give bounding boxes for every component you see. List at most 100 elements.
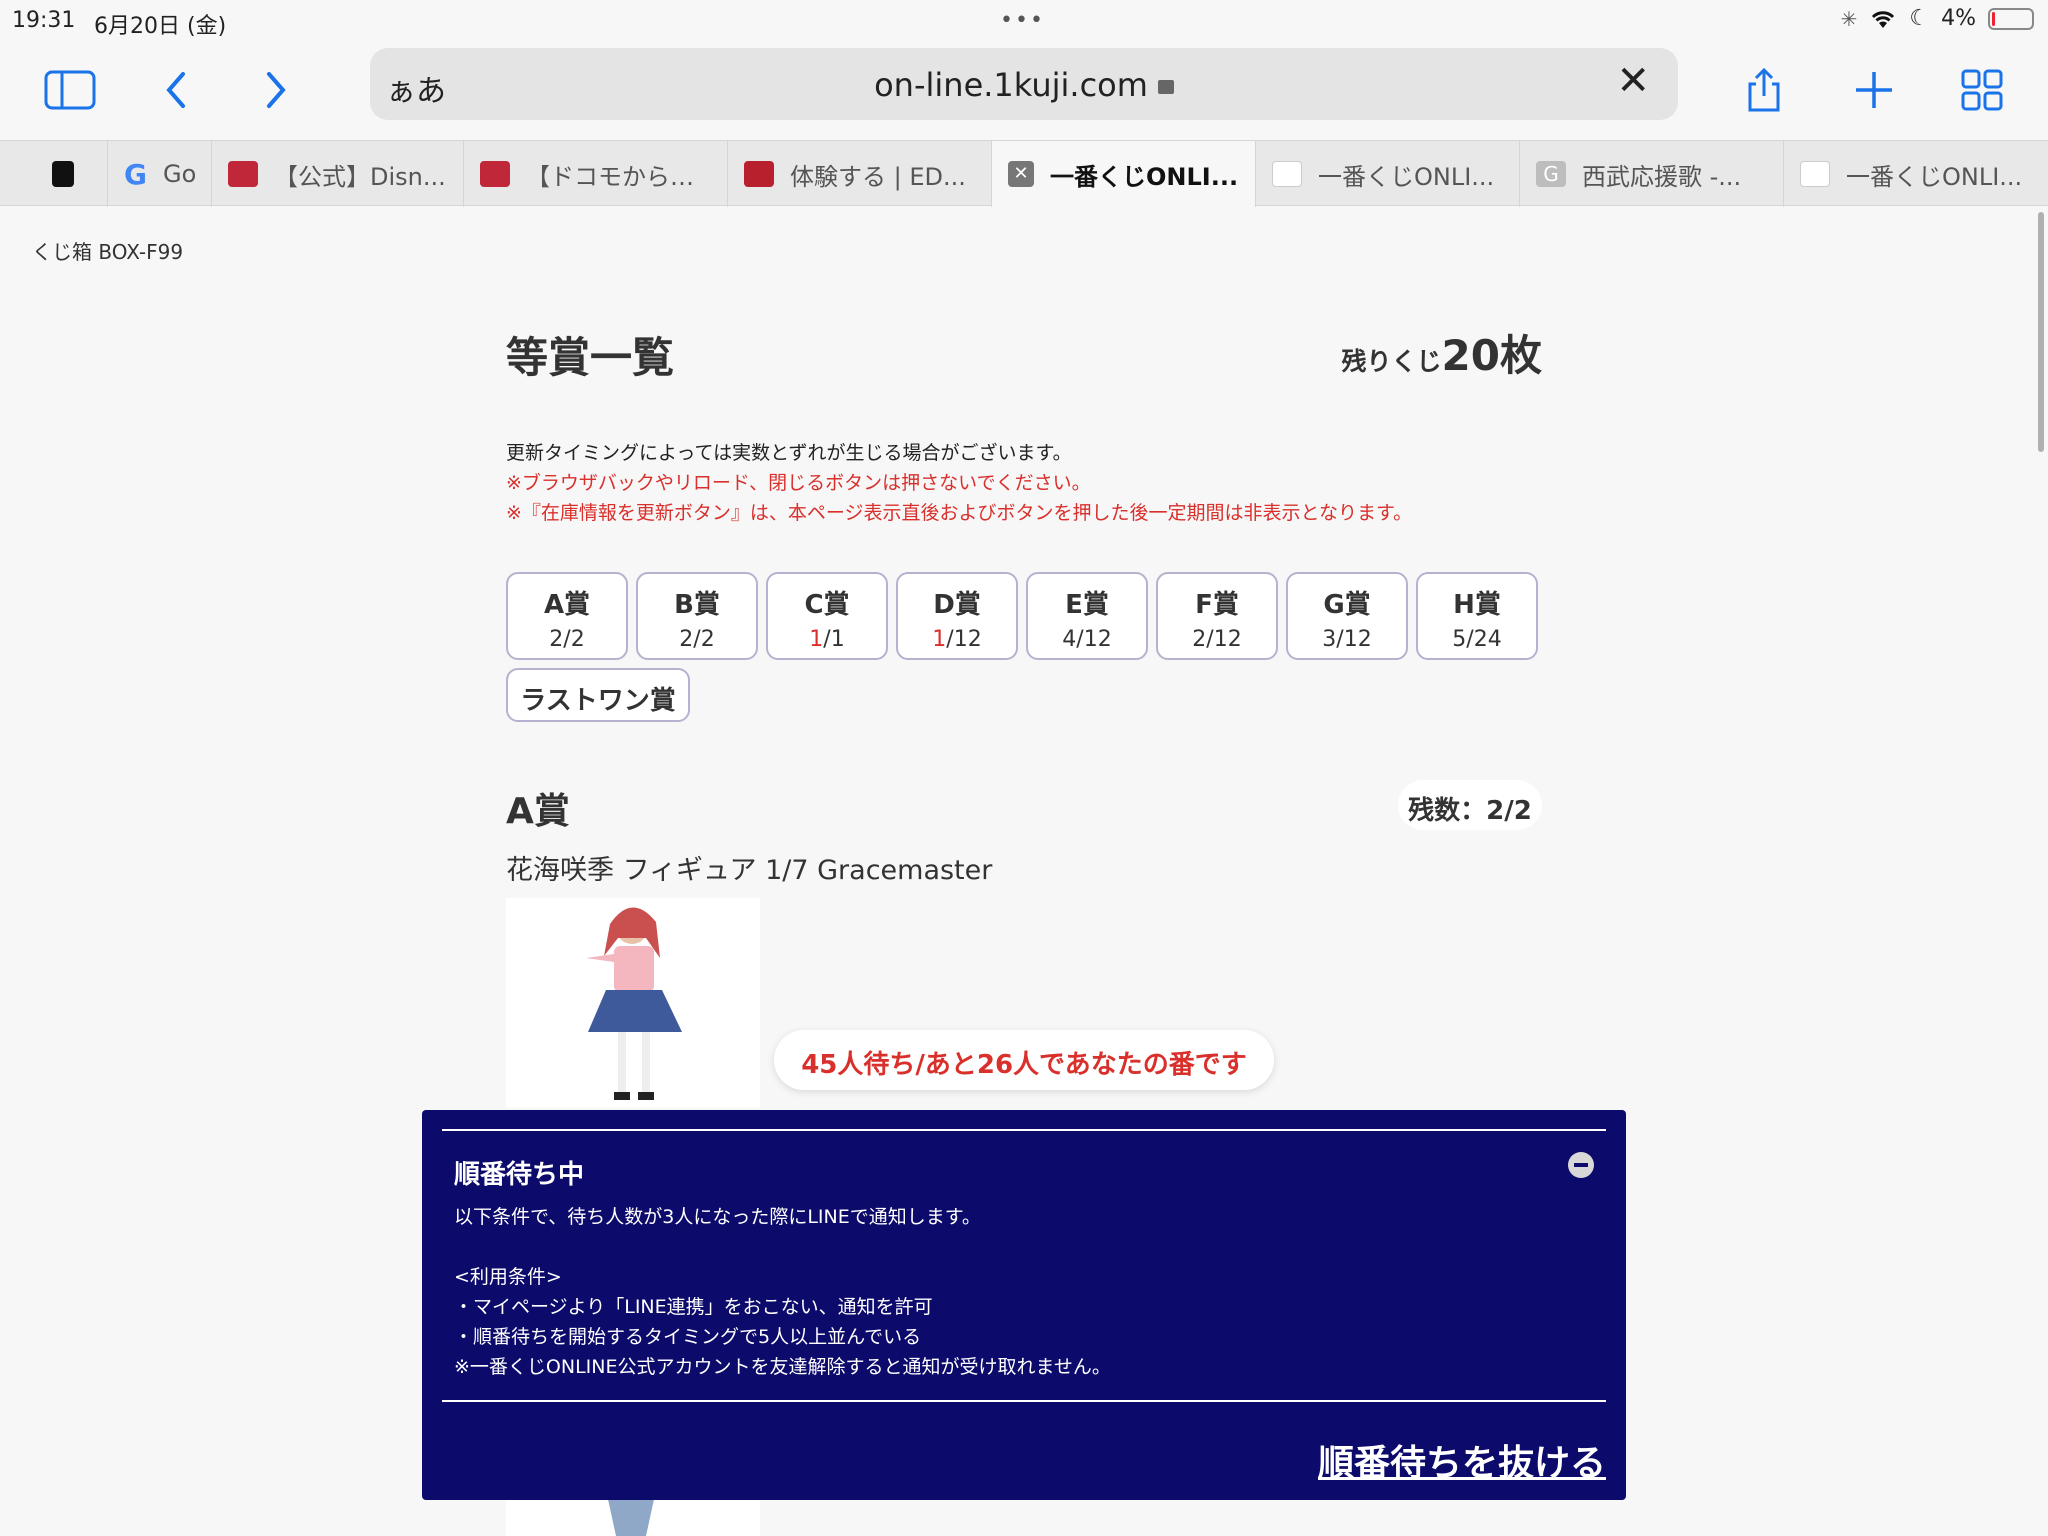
prize-name: E賞 — [1065, 590, 1109, 620]
tab-bar: G Go 【公式】Disn... 【ドコモから… 体験する | ED... ✕ … — [0, 140, 2048, 207]
lock-icon — [1157, 80, 1174, 94]
prize-button-d[interactable]: D賞 1/12 — [896, 572, 1018, 660]
prize-button-h[interactable]: H賞 5/24 — [1416, 572, 1538, 660]
panel-body: 以下条件で、待ち人数が3人になった際にLINEで通知します。 <利用条件> ・マ… — [454, 1202, 1111, 1382]
leave-queue-link[interactable]: 順番待ちを抜ける — [1318, 1434, 1606, 1486]
prize-count: 1/1 — [809, 627, 845, 652]
notice-line: 更新タイミングによっては実数とずれが生じる場合がございます。 — [506, 442, 1072, 464]
close-tab-icon[interactable]: ✕ — [1008, 161, 1034, 187]
url-text[interactable]: on-line.1kuji.com — [874, 66, 1148, 104]
product-figure-image — [506, 898, 760, 1108]
tab-3[interactable]: 【ドコモから… — [464, 141, 728, 207]
prize-name: D賞 — [933, 590, 981, 620]
tab-4[interactable]: 体験する | ED... — [728, 141, 992, 207]
share-icon[interactable] — [1734, 62, 1794, 118]
panel-title: 順番待ち中 — [454, 1160, 585, 1190]
last-one-prize-button[interactable]: ラストワン賞 — [506, 668, 690, 722]
tab-5-active[interactable]: ✕ 一番くじONLI... — [992, 141, 1256, 207]
g-favicon-icon: G — [1536, 161, 1566, 187]
status-date: 6月20日 (金) — [94, 14, 227, 39]
ichibankuji-favicon-icon — [1272, 161, 1302, 187]
battery-icon — [1988, 7, 2034, 30]
divider — [442, 1400, 1606, 1402]
prize-button-b[interactable]: B賞 2/2 — [636, 572, 758, 660]
tab-label: 一番くじONLI... — [1050, 162, 1239, 191]
breadcrumb-back-link[interactable]: くじ箱 BOX-F99 — [32, 236, 183, 265]
prize-count: 5/24 — [1452, 627, 1502, 652]
prize-count: 3/12 — [1322, 627, 1372, 652]
back-chevron-icon[interactable] — [146, 62, 206, 118]
remaining-label: 残りくじ — [1341, 347, 1442, 376]
prize-button-g[interactable]: G賞 3/12 — [1286, 572, 1408, 660]
multitasking-dots-icon[interactable]: ••• — [1000, 8, 1045, 33]
product-name: 花海咲季 フィギュア 1/7 Gracemaster — [506, 855, 993, 886]
warning-line: ※ブラウザバックやリロード、閉じるボタンは押さないでください。 — [506, 472, 1091, 494]
panel-line — [454, 1232, 1111, 1262]
forward-chevron-icon[interactable] — [246, 62, 306, 118]
google-favicon-icon: G — [124, 157, 147, 191]
queue-panel: 順番待ち中 以下条件で、待ち人数が3人になった際にLINEで通知します。 <利用… — [422, 1110, 1626, 1500]
prize-button-e[interactable]: E賞 4/12 — [1026, 572, 1148, 660]
prize-name: F賞 — [1195, 590, 1239, 620]
warning-line: ※『在庫情報を更新ボタン』は、本ページ表示直後およびボタンを押した後一定期間は非… — [506, 502, 1413, 524]
panel-line: ※一番くじONLINE公式アカウントを友達解除すると通知が受け取れません。 — [454, 1356, 1111, 1378]
panel-line: <利用条件> — [454, 1266, 562, 1288]
prize-button-a[interactable]: A賞 2/2 — [506, 572, 628, 660]
tab-label: Go — [162, 160, 197, 188]
divider — [442, 1129, 1606, 1131]
tab-label: 体験する | ED... — [790, 162, 966, 191]
new-tab-plus-icon[interactable] — [1844, 62, 1904, 118]
tab-label: 西武応援歌 -... — [1582, 162, 1742, 191]
prize-name: B賞 — [674, 590, 720, 620]
chevron-left-icon: く — [32, 240, 52, 264]
remaining-count: 20枚 — [1441, 331, 1542, 380]
sidebar-toggle-icon[interactable] — [40, 62, 100, 118]
panel-line: ・マイページより「LINE連携」をおこない、通知を許可 — [454, 1296, 933, 1318]
tab-label: 【ドコモから… — [526, 162, 694, 191]
tab-0[interactable] — [36, 141, 108, 207]
tab-label: 【公式】Disn... — [274, 162, 446, 191]
moon-icon: ☾ — [1909, 6, 1930, 31]
page-title: 等賞一覧 — [506, 333, 675, 382]
loading-icon: ✳ — [1840, 6, 1858, 31]
docomo-favicon-icon — [480, 161, 510, 187]
tab-2[interactable]: 【公式】Disn... — [212, 141, 464, 207]
prize-name: G賞 — [1323, 590, 1371, 620]
address-bar[interactable]: ぁあ on-line.1kuji.com ✕ — [370, 48, 1678, 120]
status-bar: 19:31 6月20日 (金) ••• ✳ ☾ 4% — [0, 0, 2048, 40]
prize-name: C賞 — [804, 590, 850, 620]
close-icon[interactable]: ✕ — [1616, 58, 1650, 104]
site-favicon-icon — [744, 161, 774, 187]
remaining-tickets: 残りくじ20枚 — [1342, 322, 1542, 383]
tab-label: 一番くじONLI... — [1846, 162, 2023, 191]
panel-line: 以下条件で、待ち人数が3人になった際にLINEで通知します。 — [454, 1206, 981, 1228]
prize-name: A賞 — [543, 590, 591, 620]
prize-button-f[interactable]: F賞 2/12 — [1156, 572, 1278, 660]
prize-count: 2/2 — [679, 627, 715, 652]
collapse-minus-icon[interactable] — [1568, 1152, 1594, 1178]
prize-count: 4/12 — [1062, 627, 1112, 652]
panel-line: ・順番待ちを開始するタイミングで5人以上並んでいる — [454, 1326, 922, 1348]
ichibankuji-favicon-icon — [1800, 161, 1830, 187]
notice-text: 更新タイミングによっては実数とずれが生じる場合がございます。 ※ブラウザバックや… — [506, 438, 1412, 528]
status-time: 19:31 — [12, 8, 76, 33]
docomo-favicon-icon — [228, 161, 258, 187]
stock-badge: 残数：2/2 — [1398, 780, 1542, 830]
n-favicon-icon — [52, 161, 74, 187]
battery-percent: 4% — [1941, 6, 1976, 31]
tab-7[interactable]: G 西武応援歌 -... — [1520, 141, 1784, 207]
section-title: A賞 — [506, 791, 570, 832]
prize-count: 2/12 — [1192, 627, 1242, 652]
prize-count: 1/12 — [932, 627, 982, 652]
tab-8[interactable]: 一番くじONLI... — [1784, 141, 2048, 207]
tab-overview-icon[interactable] — [1952, 62, 2012, 118]
breadcrumb-text: じ箱 BOX-F99 — [52, 240, 184, 264]
tab-1[interactable]: G Go — [108, 141, 212, 207]
tab-6[interactable]: 一番くじONLI... — [1256, 141, 1520, 207]
scrollbar[interactable] — [2038, 212, 2044, 452]
browser-toolbar: ぁあ on-line.1kuji.com ✕ — [0, 40, 2048, 140]
prize-button-c[interactable]: C賞 1/1 — [766, 572, 888, 660]
tab-label: 一番くじONLI... — [1318, 162, 1495, 191]
prize-name: H賞 — [1453, 590, 1501, 620]
prize-count: 2/2 — [549, 627, 585, 652]
